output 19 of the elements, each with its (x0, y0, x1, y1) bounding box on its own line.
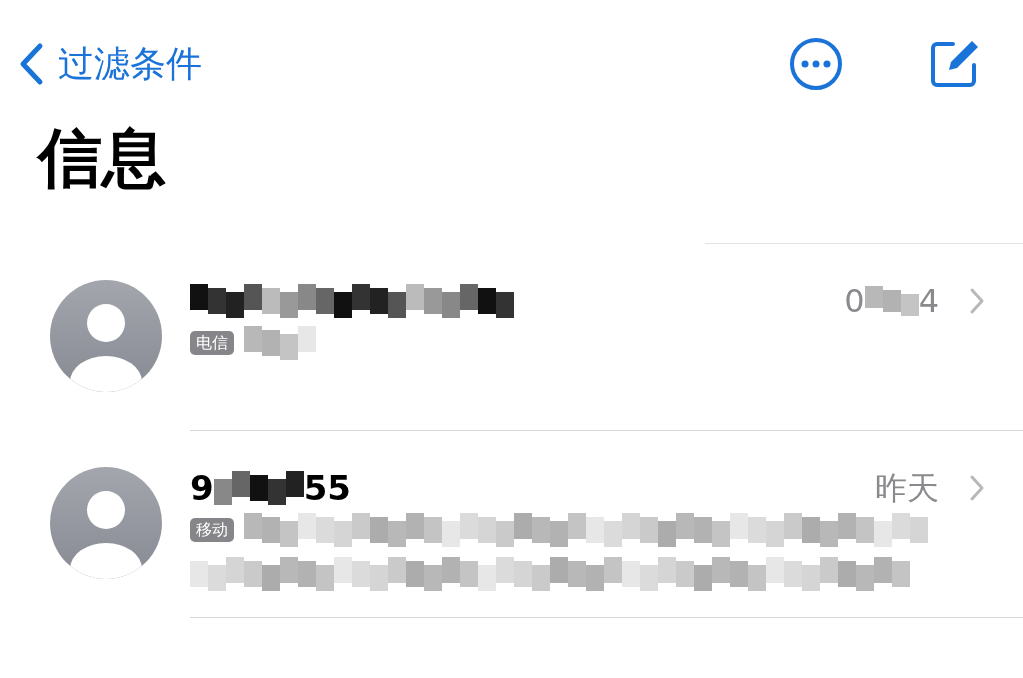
sender-name: 55 (303, 466, 351, 510)
chevron-left-icon (18, 42, 44, 86)
conversation-row[interactable]: 0 4 电信 (0, 244, 1023, 431)
redaction-drawing (864, 286, 919, 316)
message-time: 4 (918, 281, 939, 322)
chevron-right-icon (969, 287, 985, 315)
chevron-right-icon (969, 474, 985, 502)
conversation-row[interactable]: 9 55 昨天 移动 (0, 431, 1023, 618)
back-button[interactable]: 过滤条件 (18, 37, 202, 91)
page-title: 信息 (38, 126, 166, 190)
avatar-icon (50, 280, 162, 392)
message-time: 昨天 (875, 468, 939, 509)
message-time: 0 (844, 281, 865, 322)
more-button[interactable] (789, 37, 843, 91)
carrier-badge: 移动 (190, 518, 234, 542)
carrier-badge: 电信 (190, 331, 234, 355)
sender-name: 9 (190, 466, 214, 510)
avatar-icon (50, 467, 162, 579)
ellipsis-circle-icon (789, 37, 843, 91)
